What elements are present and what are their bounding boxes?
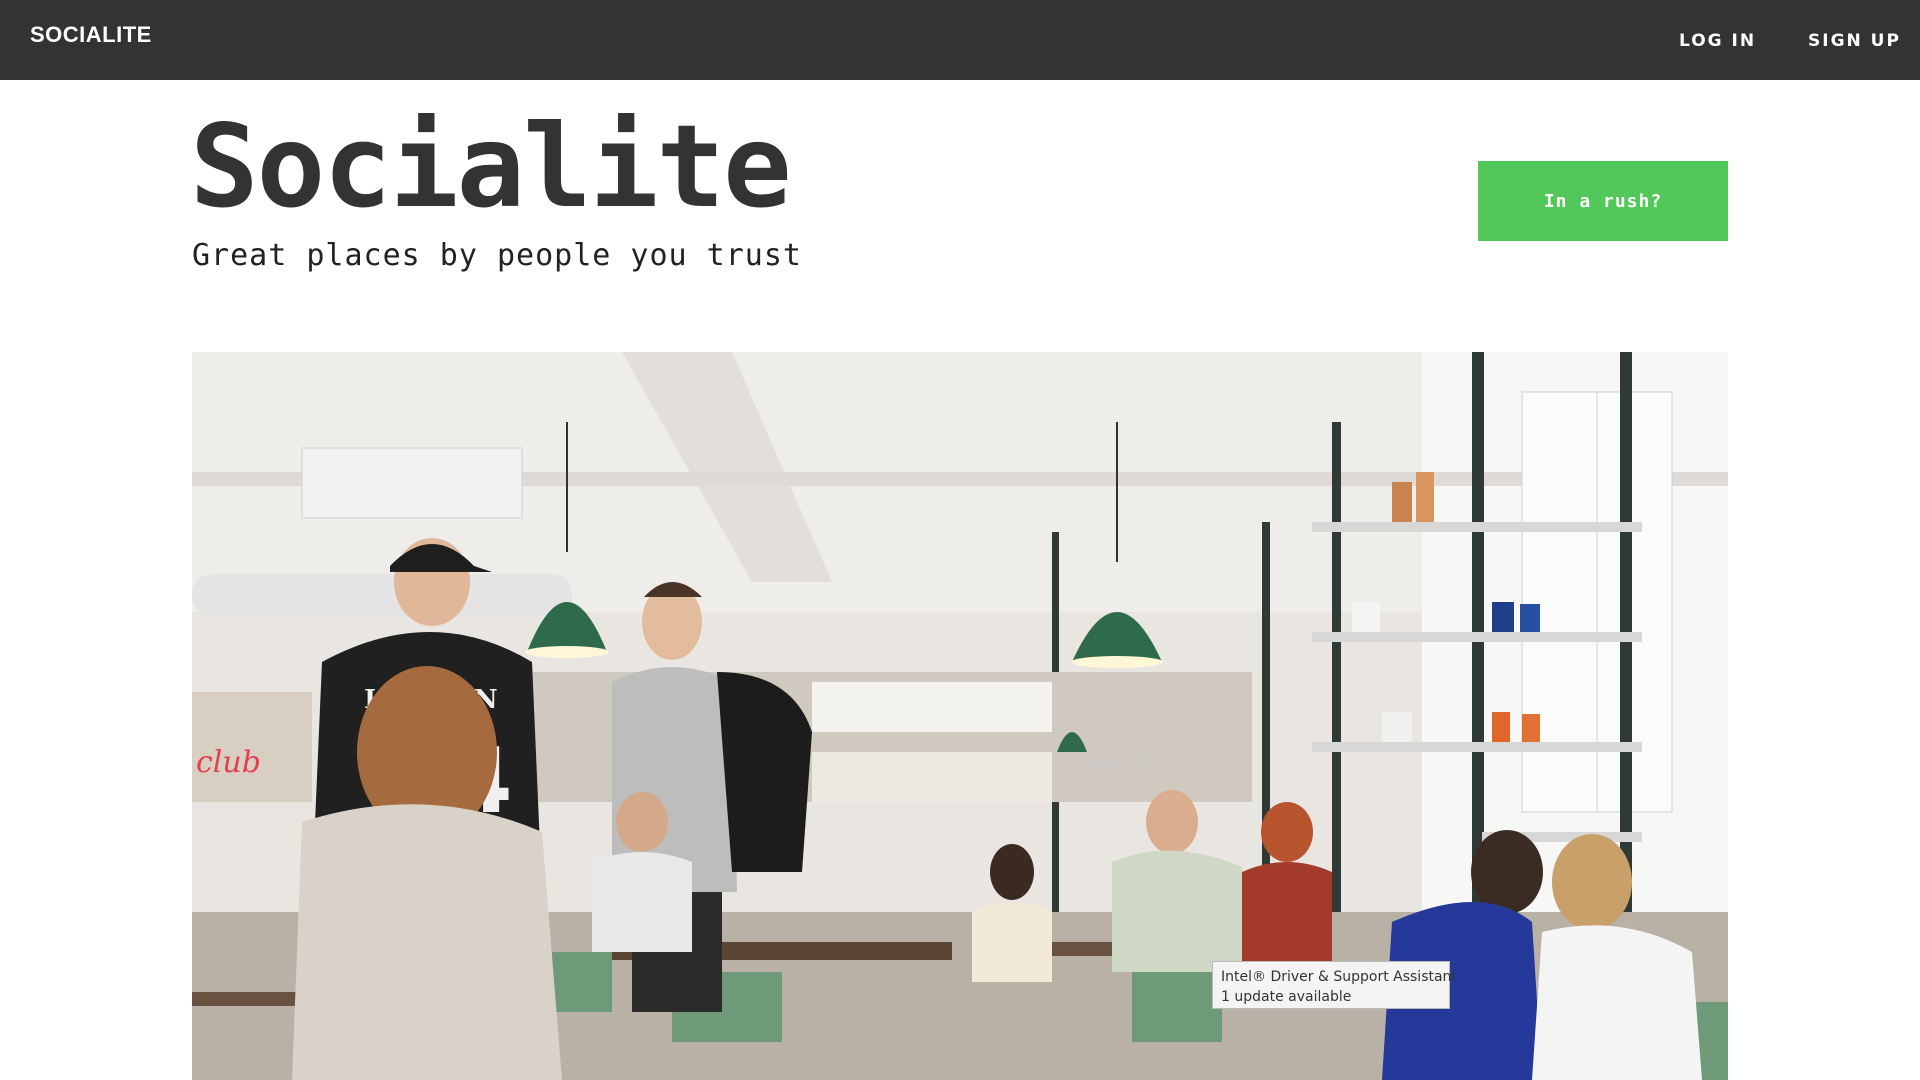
notification-message: 1 update available xyxy=(1221,989,1352,1005)
signup-link[interactable]: SIGN UP xyxy=(1808,31,1901,51)
hero-cafe-photo: club SHOP LONDON 4 xyxy=(192,352,1728,1080)
page-title: Socialite xyxy=(190,100,792,233)
in-a-rush-button[interactable]: In a rush? xyxy=(1478,161,1728,241)
neon-sign: club xyxy=(196,745,261,780)
top-navbar: SOCIALITE LOG IN SIGN UP xyxy=(0,0,1920,80)
brand-logo[interactable]: SOCIALITE xyxy=(30,22,152,48)
notification-title: Intel® Driver & Support Assistant xyxy=(1221,969,1457,985)
page-subtitle: Great places by people you trust xyxy=(192,238,802,273)
shop-sign: SHOP xyxy=(1082,751,1150,778)
system-notification[interactable]: Intel® Driver & Support Assistant 1 upda… xyxy=(1212,961,1457,1009)
login-link[interactable]: LOG IN xyxy=(1679,31,1756,51)
